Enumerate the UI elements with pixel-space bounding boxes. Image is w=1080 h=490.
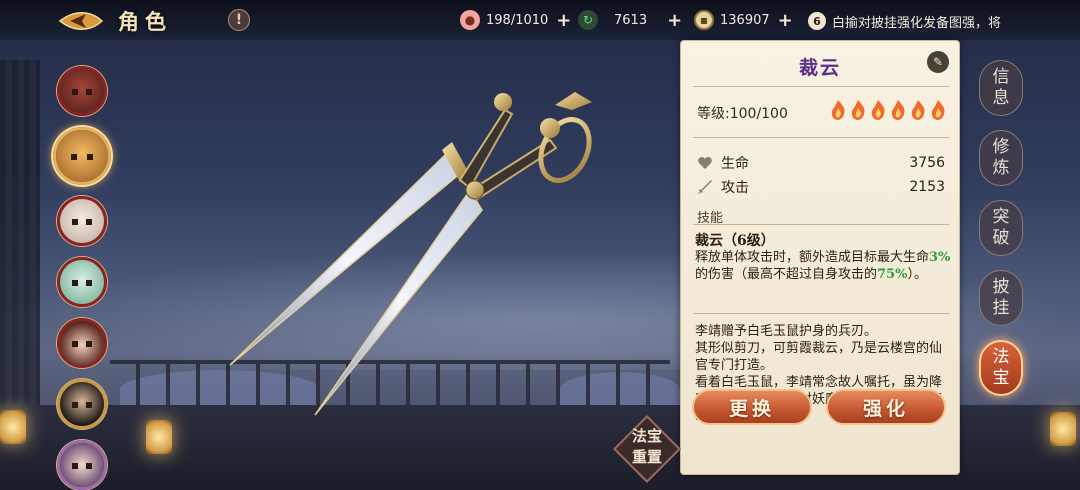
resource-coins-value: 136907 bbox=[720, 12, 770, 28]
notice-text: 白揄对披挂强化发备图强，将 bbox=[832, 15, 1002, 31]
star-flames bbox=[829, 99, 947, 121]
lantern-icon bbox=[146, 420, 172, 454]
character-avatar-crowned-maiden[interactable] bbox=[57, 318, 107, 368]
enhance-button[interactable]: 强化 bbox=[826, 389, 946, 425]
reset-label-text: 法宝重置 bbox=[631, 427, 662, 466]
pencil-icon[interactable]: ✎ bbox=[927, 51, 949, 73]
tab-equipment[interactable]: 披挂 bbox=[979, 270, 1023, 326]
resource-peach-value: 198/1010 bbox=[486, 12, 549, 28]
resource-refresh-value: 7613 bbox=[614, 12, 648, 28]
tab-info[interactable]: 信息 bbox=[979, 60, 1023, 116]
back-button[interactable] bbox=[56, 6, 106, 36]
heart-icon bbox=[698, 157, 712, 169]
tab-breakthrough[interactable]: 突破 bbox=[979, 200, 1023, 256]
peach-icon: ● bbox=[460, 10, 480, 30]
tab-label: 修炼 bbox=[992, 137, 1010, 178]
character-avatar-lion-warrior[interactable] bbox=[53, 127, 111, 185]
divider bbox=[693, 224, 949, 225]
character-list bbox=[52, 66, 114, 490]
divider bbox=[693, 137, 949, 138]
character-avatar-young-scholar[interactable] bbox=[57, 440, 107, 490]
resource-peach: ● 198/1010 + bbox=[460, 8, 571, 32]
character-avatar-green-spirit[interactable] bbox=[57, 257, 107, 307]
add-peach-button[interactable]: + bbox=[556, 10, 571, 31]
tab-label: 突破 bbox=[992, 207, 1010, 248]
skill-desc-text: ）。 bbox=[907, 267, 927, 282]
side-tab-bar: 信息 修炼 突破 披挂 法宝 bbox=[975, 60, 1027, 410]
notice-ticker[interactable]: 6 白揄对披挂强化发备图强，将 bbox=[808, 10, 1030, 32]
skill-name: 裁云（6级） bbox=[695, 233, 775, 249]
divider bbox=[693, 313, 949, 314]
back-arrow-icon bbox=[58, 12, 104, 30]
page-title: 角色 bbox=[118, 9, 172, 34]
flame-icon bbox=[871, 100, 885, 120]
lantern-icon bbox=[0, 410, 26, 444]
stat-label: 攻击 bbox=[721, 180, 749, 196]
stat-value: 2153 bbox=[909, 179, 945, 195]
flame-icon bbox=[891, 100, 905, 120]
lantern-icon bbox=[1050, 412, 1076, 446]
sword-icon bbox=[698, 180, 712, 194]
tab-label: 披挂 bbox=[992, 277, 1010, 318]
flame-icon bbox=[851, 100, 865, 120]
add-refresh-button[interactable]: + bbox=[667, 10, 682, 31]
resource-refresh: ↻ 7613 + bbox=[578, 8, 682, 32]
skill-desc-text: 释放单体攻击时，额外造成目标最大生命 bbox=[695, 250, 930, 265]
coin-icon: ▪ bbox=[694, 10, 714, 30]
tab-cultivate[interactable]: 修炼 bbox=[979, 130, 1023, 186]
tab-label: 信息 bbox=[992, 67, 1010, 108]
skill-desc-percent: 3% bbox=[929, 250, 951, 265]
character-avatar-bearded-general[interactable] bbox=[57, 379, 107, 429]
stat-label: 生命 bbox=[721, 156, 749, 172]
stat-value: 3756 bbox=[909, 155, 945, 171]
flame-icon bbox=[831, 100, 845, 120]
tab-treasure[interactable]: 法宝 bbox=[979, 340, 1023, 396]
level-text: 等级:100/100 bbox=[697, 106, 788, 122]
treasure-reset-label: 法宝重置 bbox=[614, 426, 680, 468]
divider bbox=[693, 86, 949, 87]
replace-button[interactable]: 更换 bbox=[692, 389, 812, 425]
stat-row-hp: 生命 3756 bbox=[697, 153, 953, 173]
character-avatar-demon-king[interactable] bbox=[57, 66, 107, 116]
skill-desc-text: 的伤害（最高不超过自身攻击的 bbox=[695, 267, 878, 282]
treasure-reset-button[interactable]: 法宝重置 bbox=[613, 415, 681, 483]
treasure-name: 裁云 bbox=[798, 57, 841, 79]
cycle-icon: ↻ bbox=[578, 10, 598, 30]
stat-row-attack: 攻击 2153 bbox=[697, 177, 953, 197]
add-coins-button[interactable]: + bbox=[778, 10, 793, 31]
resource-coins: ▪ 136907 + bbox=[694, 8, 793, 32]
skill-description: 释放单体攻击时，额外造成目标最大生命3% 的伤害（最高不超过自身攻击的75%）。 bbox=[695, 249, 951, 283]
tab-label: 法宝 bbox=[992, 347, 1010, 388]
notice-count-badge: 6 bbox=[808, 12, 826, 30]
alert-icon[interactable]: ! bbox=[228, 9, 250, 31]
character-avatar-white-haired-elder[interactable] bbox=[57, 196, 107, 246]
flame-icon bbox=[931, 100, 945, 120]
flame-icon bbox=[911, 100, 925, 120]
skill-desc-percent: 75% bbox=[877, 267, 908, 282]
scissors-weapon-image bbox=[229, 92, 592, 416]
